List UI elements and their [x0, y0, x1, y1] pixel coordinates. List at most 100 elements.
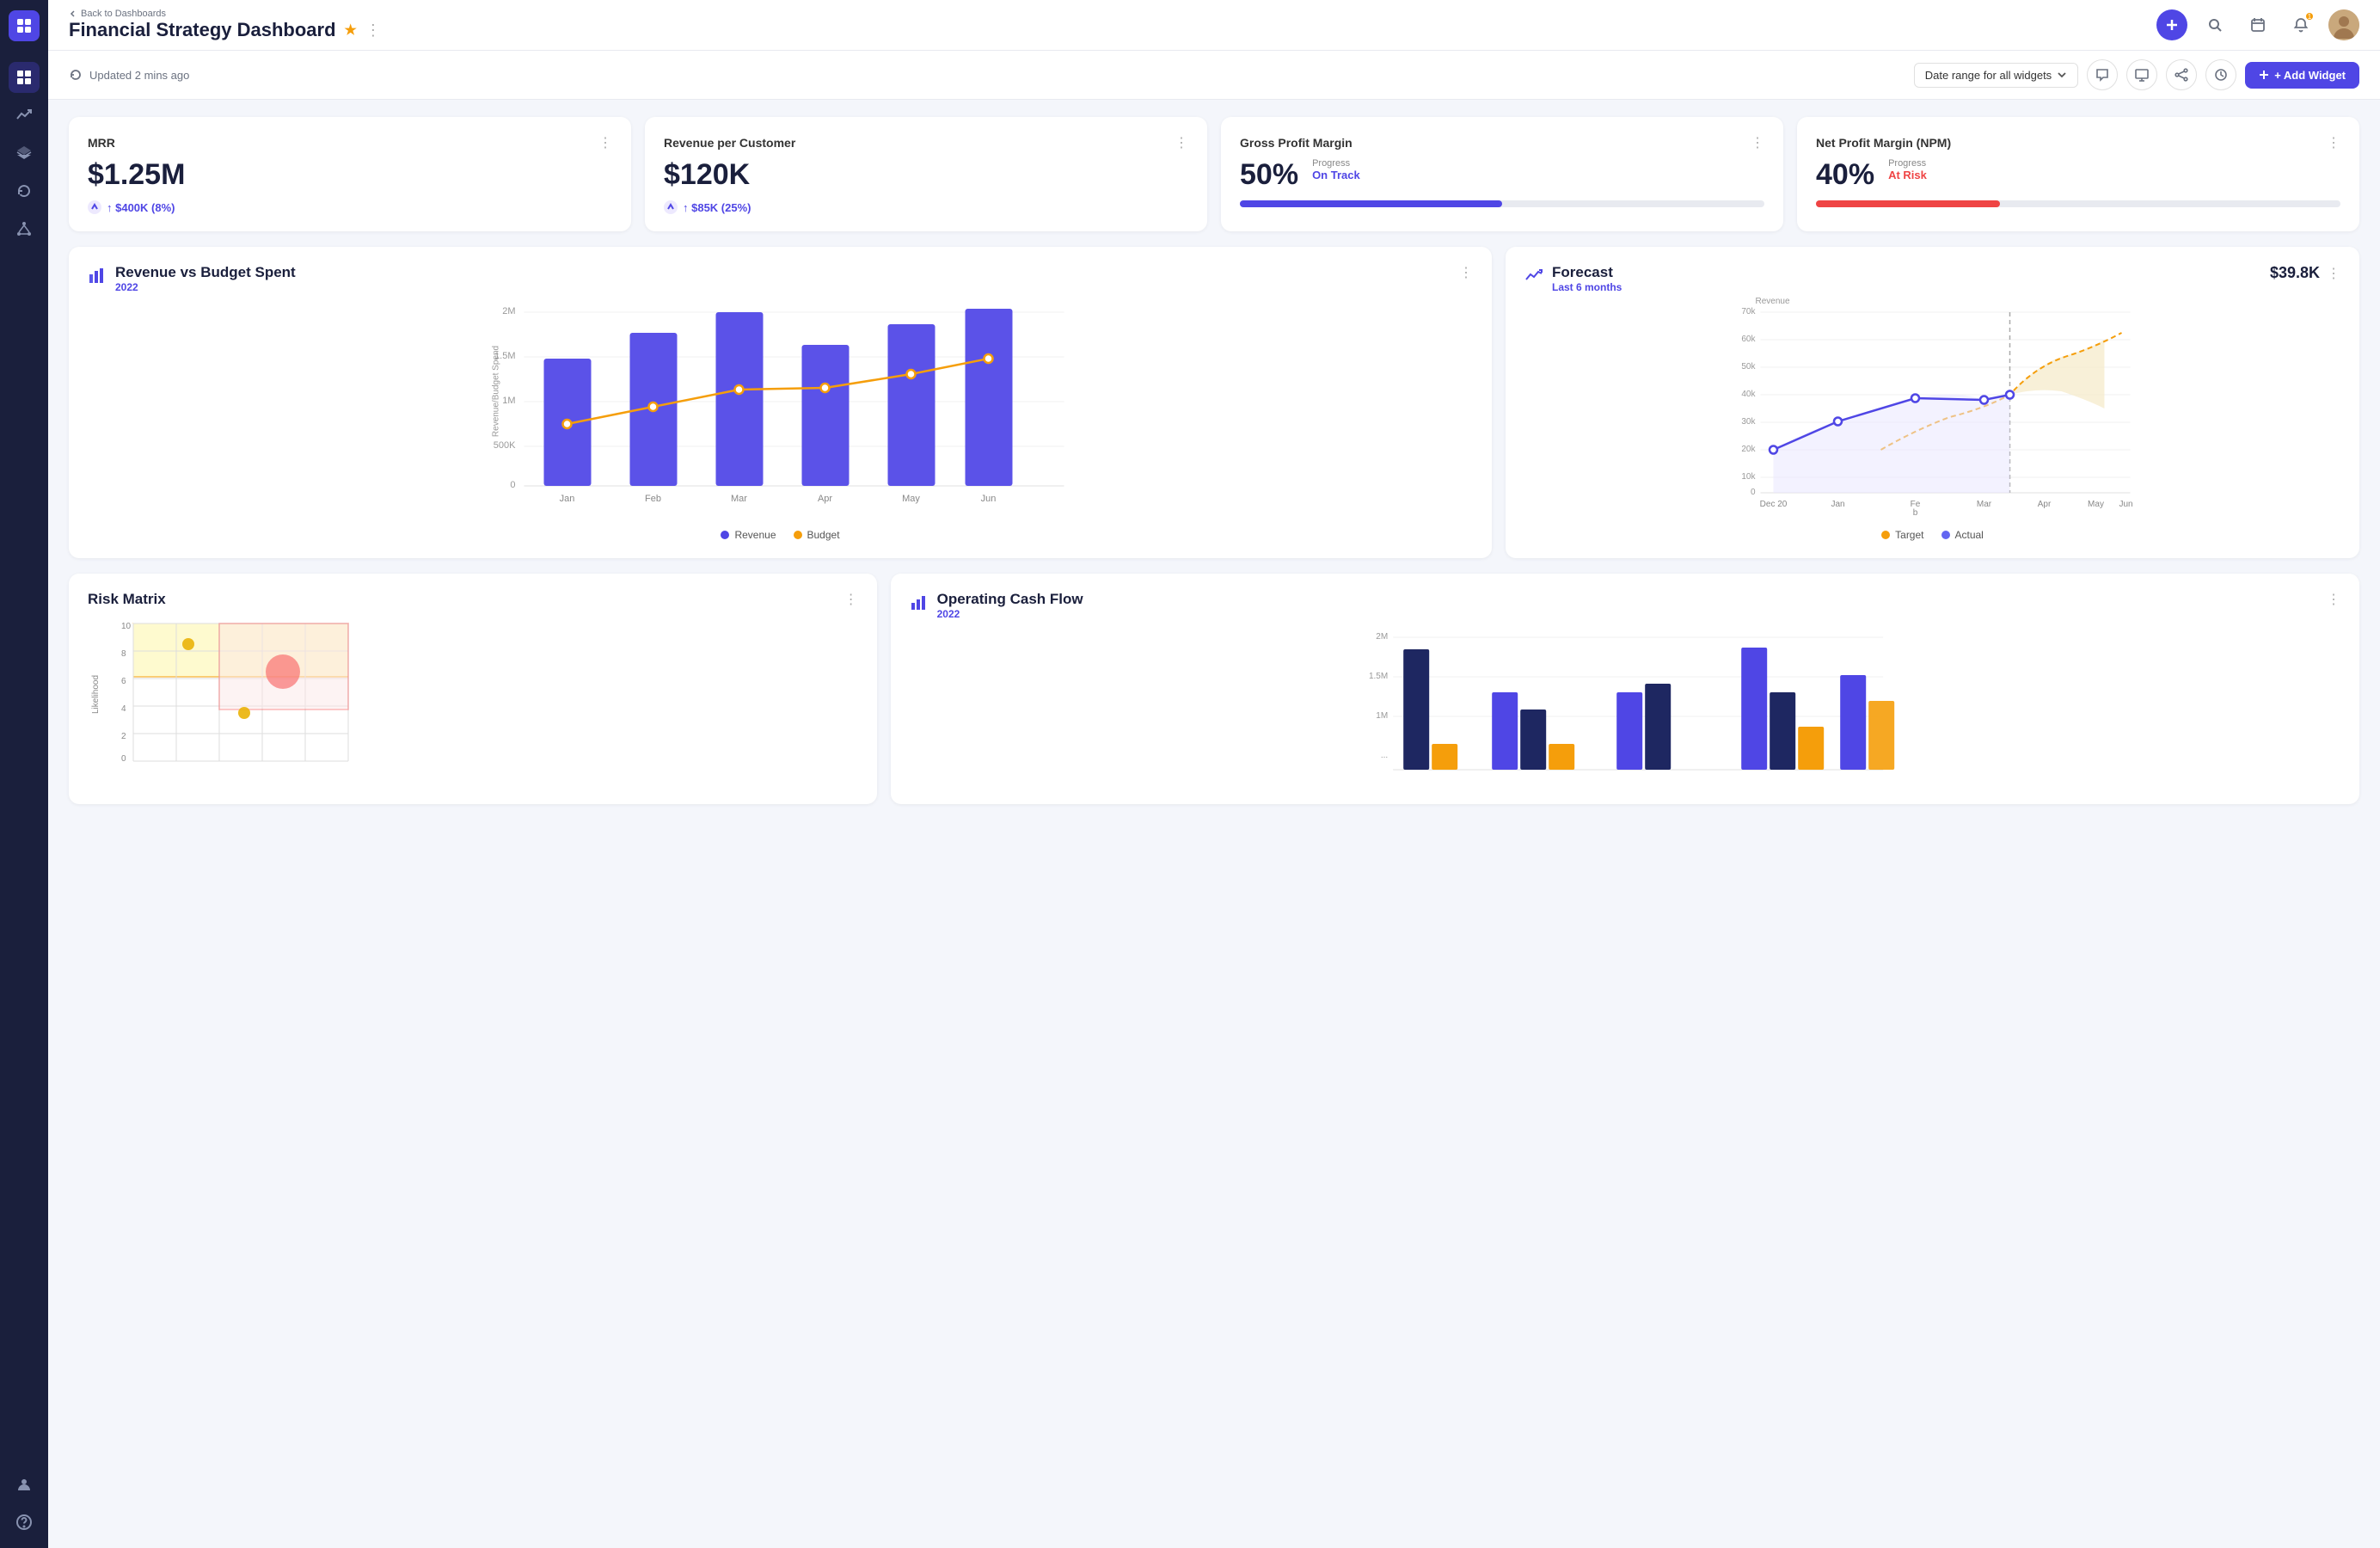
- npm-pct: 40%: [1816, 158, 1874, 192]
- mrr-menu[interactable]: ⋮: [598, 134, 612, 151]
- add-widget-button[interactable]: + Add Widget: [2245, 62, 2359, 89]
- actual-legend-dot: [1941, 531, 1950, 539]
- svg-text:500K: 500K: [494, 440, 516, 451]
- gpm-status: On Track: [1312, 169, 1360, 181]
- gpm-progress-fill: [1240, 200, 1502, 207]
- breadcrumb[interactable]: Back to Dashboards: [69, 9, 381, 19]
- bottom-row: Risk Matrix ⋮ Likelihood 10 8 6 4 2 0: [69, 574, 2359, 804]
- options-icon[interactable]: ⋮: [365, 22, 381, 40]
- sidebar-item-layers[interactable]: [9, 138, 40, 169]
- forecast-title-group: Forecast Last 6 months: [1524, 264, 1622, 293]
- forecast-chart-menu[interactable]: ⋮: [2327, 265, 2340, 282]
- mrr-arrow-icon: [88, 200, 101, 214]
- svg-text:70k: 70k: [1741, 307, 1756, 316]
- svg-text:b: b: [1913, 508, 1918, 518]
- svg-text:30k: 30k: [1741, 417, 1756, 427]
- cash-flow-icon: [910, 593, 929, 611]
- forecast-chart-subtitle: Last 6 months: [1552, 281, 1622, 293]
- revenue-legend-dot: [721, 531, 729, 539]
- date-range-button[interactable]: Date range for all widgets: [1914, 63, 2078, 88]
- svg-text:60k: 60k: [1741, 335, 1756, 344]
- comment-button[interactable]: [2087, 59, 2118, 90]
- actual-legend-label: Actual: [1955, 529, 1984, 541]
- cash-flow-svg: 2M 1.5M 1M ...: [910, 624, 2340, 787]
- rpc-value: $120K: [664, 158, 1188, 192]
- updated-label: Updated 2 mins ago: [89, 69, 189, 82]
- budget-legend-item: Budget: [794, 529, 840, 541]
- share-button[interactable]: [2166, 59, 2197, 90]
- sidebar-item-profile[interactable]: [9, 1469, 40, 1500]
- header: Back to Dashboards Financial Strategy Da…: [48, 0, 2380, 51]
- header-left: Back to Dashboards Financial Strategy Da…: [69, 9, 381, 41]
- rpc-menu[interactable]: ⋮: [1175, 134, 1188, 151]
- revenue-title-group: Revenue vs Budget Spent 2022: [88, 264, 296, 293]
- avatar[interactable]: [2328, 9, 2359, 40]
- kpi-card-rpc: Revenue per Customer ⋮ $120K ↑ $85K (25%…: [645, 117, 1207, 231]
- revenue-chart-menu[interactable]: ⋮: [1459, 264, 1473, 281]
- gpm-value-row: 50% Progress On Track: [1240, 158, 1764, 192]
- forecast-icon: [1524, 266, 1543, 285]
- svg-text:1.5M: 1.5M: [1369, 672, 1388, 681]
- svg-text:Revenue/Budget Spend: Revenue/Budget Spend: [492, 346, 501, 437]
- charts-row: Revenue vs Budget Spent 2022 ⋮ 2M 1.5M 1…: [69, 247, 2359, 558]
- toolbar: Updated 2 mins ago Date range for all wi…: [48, 51, 2380, 100]
- sidebar-item-refresh[interactable]: [9, 175, 40, 206]
- mrr-label: MRR: [88, 136, 115, 150]
- actual-legend-item: Actual: [1941, 529, 1984, 541]
- calendar-button[interactable]: [2242, 9, 2273, 40]
- revenue-bar-chart-svg: 2M 1.5M 1M 500K 0 Revenue/Budget Spend: [88, 297, 1473, 520]
- sidebar-bottom: [9, 1469, 40, 1538]
- gpm-progress-bar: [1240, 200, 1764, 207]
- sidebar-item-help[interactable]: [9, 1507, 40, 1538]
- rpc-arrow-icon: [664, 200, 678, 214]
- budget-legend-dot: [794, 531, 802, 539]
- present-button[interactable]: [2126, 59, 2157, 90]
- sidebar-item-dashboard[interactable]: [9, 62, 40, 93]
- toolbar-left: Updated 2 mins ago: [69, 68, 189, 82]
- svg-text:Mar: Mar: [731, 494, 747, 504]
- favorite-star[interactable]: ★: [345, 22, 357, 39]
- sidebar-item-network[interactable]: [9, 213, 40, 244]
- svg-text:Revenue: Revenue: [1756, 297, 1790, 306]
- svg-text:2M: 2M: [1376, 632, 1388, 642]
- svg-text:8: 8: [121, 649, 126, 659]
- npm-menu[interactable]: ⋮: [2327, 134, 2340, 151]
- budget-legend-label: Budget: [807, 529, 840, 541]
- bar-chart-icon: [88, 266, 107, 285]
- mrr-change: ↑ $400K (8%): [88, 200, 612, 214]
- sidebar-item-trends[interactable]: [9, 100, 40, 131]
- search-button[interactable]: [2199, 9, 2230, 40]
- add-button[interactable]: [2156, 9, 2187, 40]
- notification-button[interactable]: 1: [2285, 9, 2316, 40]
- content-area: MRR ⋮ $1.25M ↑ $400K (8%) Revenue per Cu…: [48, 100, 2380, 1548]
- target-legend-dot: [1881, 531, 1890, 539]
- gpm-progress-info: Progress On Track: [1312, 158, 1360, 181]
- revenue-chart-subtitle: 2022: [115, 281, 296, 293]
- sidebar: [0, 0, 48, 1548]
- sidebar-logo[interactable]: [9, 10, 40, 41]
- kpi-card-mrr: MRR ⋮ $1.25M ↑ $400K (8%): [69, 117, 631, 231]
- forecast-chart-legend: Target Actual: [1524, 529, 2340, 541]
- npm-progress-bar: [1816, 200, 2340, 207]
- risk-matrix-card: Risk Matrix ⋮ Likelihood 10 8 6 4 2 0: [69, 574, 877, 804]
- revenue-legend-label: Revenue: [734, 529, 776, 541]
- cash-flow-menu[interactable]: ⋮: [2327, 591, 2340, 608]
- gpm-menu[interactable]: ⋮: [1751, 134, 1764, 151]
- risk-matrix-title: Risk Matrix: [88, 591, 166, 608]
- npm-progress-label: Progress: [1888, 158, 1927, 169]
- svg-text:Jun: Jun: [981, 494, 997, 504]
- gpm-progress-label: Progress: [1312, 158, 1360, 169]
- forecast-chart-card: Forecast Last 6 months $39.8K ⋮ 70k 60k …: [1506, 247, 2359, 558]
- svg-text:10: 10: [121, 622, 132, 631]
- risk-matrix-menu[interactable]: ⋮: [844, 591, 858, 608]
- svg-text:Dec 20: Dec 20: [1760, 500, 1788, 509]
- history-button[interactable]: [2205, 59, 2236, 90]
- revenue-chart-legend: Revenue Budget: [88, 529, 1473, 541]
- toolbar-right: Date range for all widgets: [1914, 59, 2359, 90]
- gpm-label: Gross Profit Margin: [1240, 136, 1353, 150]
- forecast-amount: $39.8K: [2270, 264, 2320, 282]
- cash-flow-title: Operating Cash Flow: [937, 591, 1083, 608]
- mrr-value: $1.25M: [88, 158, 612, 192]
- target-legend-item: Target: [1881, 529, 1923, 541]
- forecast-chart-title: Forecast: [1552, 264, 1622, 281]
